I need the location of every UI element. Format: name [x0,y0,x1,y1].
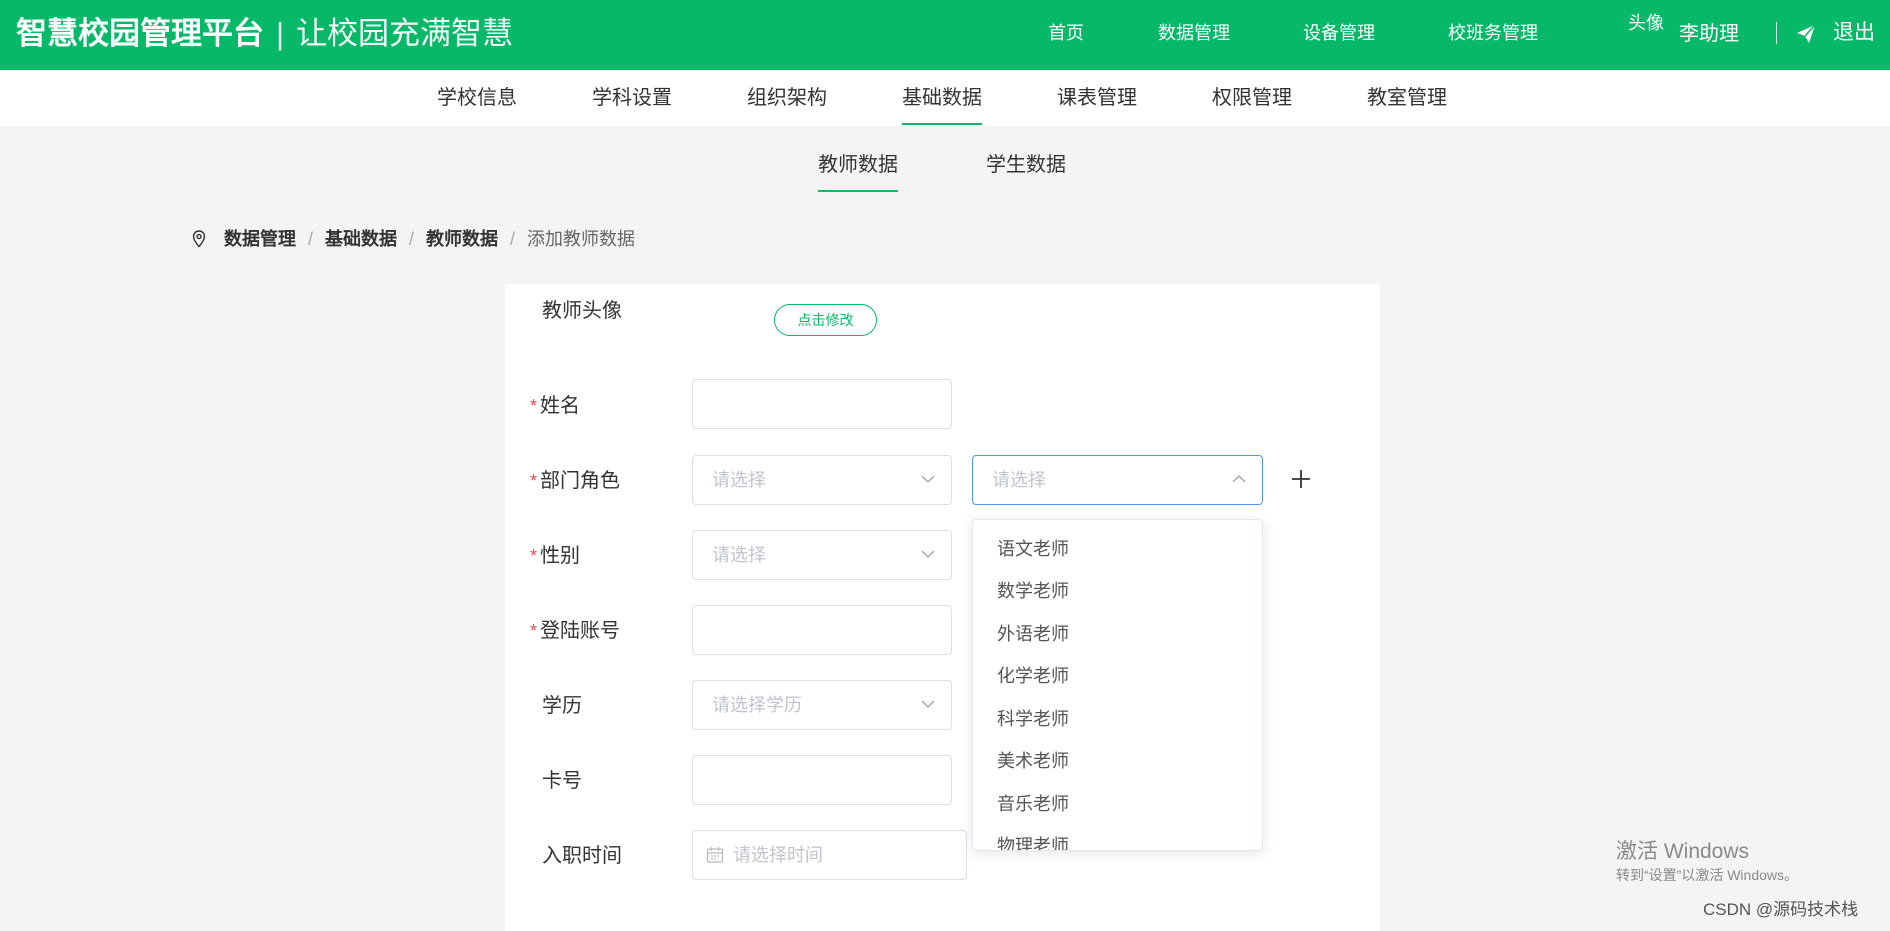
subnav-item-organization[interactable]: 组织架构 [747,86,827,110]
dropdown-option[interactable]: 美术老师 [997,750,1069,772]
breadcrumb-data-management[interactable]: 数据管理 [224,228,296,250]
top-header: 智慧校园管理平台 | 让校园充满智慧 首页 数据管理 设备管理 校班务管理 头像 李… [0,0,1890,70]
dept-role-label: * 部门角色 [530,469,620,493]
tab-teacher-data[interactable]: 教师数据 [818,153,898,177]
name-field[interactable] [692,379,952,429]
tab-student-data[interactable]: 学生数据 [986,153,1066,177]
subnav-active-indicator [902,123,982,125]
required-mark: * [530,396,538,416]
account-label-text: 登陆账号 [540,620,621,642]
dropdown-option[interactable]: 数学老师 [997,580,1069,602]
dropdown-option[interactable]: 外语老师 [997,623,1069,645]
location-pin-icon [192,230,206,248]
education-placeholder: 请选择学历 [712,695,802,715]
name-label-text: 姓名 [540,395,581,417]
required-mark: * [530,621,538,641]
required-mark: * [530,546,538,566]
brand-separator: | [276,16,285,51]
account-field[interactable] [692,605,952,655]
account-label: * 登陆账号 [530,619,620,643]
windows-activation-subtitle: 转到“设置”以激活 Windows。 [1616,867,1799,883]
nav-data-management[interactable]: 数据管理 [1158,22,1230,44]
gender-label: * 性别 [530,544,580,568]
nav-home[interactable]: 首页 [1048,22,1084,44]
breadcrumb: 数据管理 / 基础数据 / 教师数据 / 添加教师数据 [192,228,635,250]
chevron-down-icon [921,700,935,709]
dropdown-option[interactable]: 化学老师 [997,665,1069,687]
chevron-down-icon [921,475,935,484]
tab-active-indicator [818,190,898,192]
hire-date-label: 入职时间 [542,845,622,867]
nav-school-affairs[interactable]: 校班务管理 [1448,22,1538,44]
gender-placeholder: 请选择 [712,545,766,565]
required-mark: * [530,471,538,491]
subnav-item-subject-settings[interactable]: 学科设置 [592,86,672,110]
dept-role-label-text: 部门角色 [540,470,621,492]
chevron-up-icon [1232,474,1246,483]
edit-avatar-button[interactable]: 点击修改 [774,304,877,336]
avatar-label: 教师头像 [542,300,622,322]
send-icon[interactable] [1796,24,1816,44]
subnav-item-classrooms[interactable]: 教室管理 [1367,86,1447,110]
calendar-icon [706,847,724,863]
department-select[interactable]: 请选择 [692,455,952,505]
department-placeholder: 请选择 [712,470,766,490]
dropdown-option[interactable]: 音乐老师 [997,793,1069,815]
breadcrumb-current: 添加教师数据 [527,229,636,249]
hire-date-picker[interactable]: 请选择时间 [692,830,967,880]
role-dropdown: 语文老师 数学老师 外语老师 化学老师 科学老师 美术老师 音乐老师 物理老师 [972,519,1263,851]
breadcrumb-basic-data[interactable]: 基础数据 [325,228,397,250]
csdn-credit: CSDN @源码技术栈 [1703,900,1859,919]
subnav-item-basic-data[interactable]: 基础数据 [902,86,982,110]
dropdown-option[interactable]: 语文老师 [997,538,1069,560]
gender-select[interactable]: 请选择 [692,530,952,580]
nav-device-management[interactable]: 设备管理 [1303,22,1375,44]
header-divider [1776,22,1777,44]
brand[interactable]: 智慧校园管理平台 | 让校园充满智慧 [16,16,513,52]
subnav-item-school-info[interactable]: 学校信息 [437,86,517,110]
sub-navigation: 学校信息 学科设置 组织架构 基础数据 课表管理 权限管理 教室管理 [0,70,1890,126]
dropdown-option[interactable]: 科学老师 [997,708,1069,730]
logout-button[interactable]: 退出 [1833,21,1875,45]
name-label: * 姓名 [530,394,580,418]
subnav-item-timetable[interactable]: 课表管理 [1057,86,1137,110]
education-select[interactable]: 请选择学历 [692,680,952,730]
avatar-alt-text: 头像 [1628,13,1664,33]
subnav-item-permissions[interactable]: 权限管理 [1212,86,1292,110]
chevron-down-icon [921,550,935,559]
brand-title: 智慧校园管理平台 [16,16,264,51]
card-number-field[interactable] [692,755,952,805]
add-role-icon[interactable] [1290,468,1312,490]
education-label: 学历 [542,695,582,717]
dropdown-option[interactable]: 物理老师 [997,835,1069,850]
hire-date-placeholder: 请选择时间 [733,845,823,865]
role-select[interactable]: 请选择 [972,455,1263,505]
breadcrumb-separator: / [409,229,415,249]
gender-label-text: 性别 [540,545,581,567]
windows-activation-title: 激活 Windows [1616,840,1750,863]
username[interactable]: 李助理 [1679,22,1739,46]
breadcrumb-separator: / [308,229,314,249]
avatar[interactable]: 头像 [1628,12,1672,58]
dropdown-arrow [994,520,1012,528]
brand-slogan: 让校园充满智慧 [296,16,514,51]
breadcrumb-teacher-data[interactable]: 教师数据 [426,228,498,250]
role-placeholder: 请选择 [992,470,1046,490]
breadcrumb-separator: / [510,229,516,249]
card-number-label: 卡号 [542,770,582,792]
